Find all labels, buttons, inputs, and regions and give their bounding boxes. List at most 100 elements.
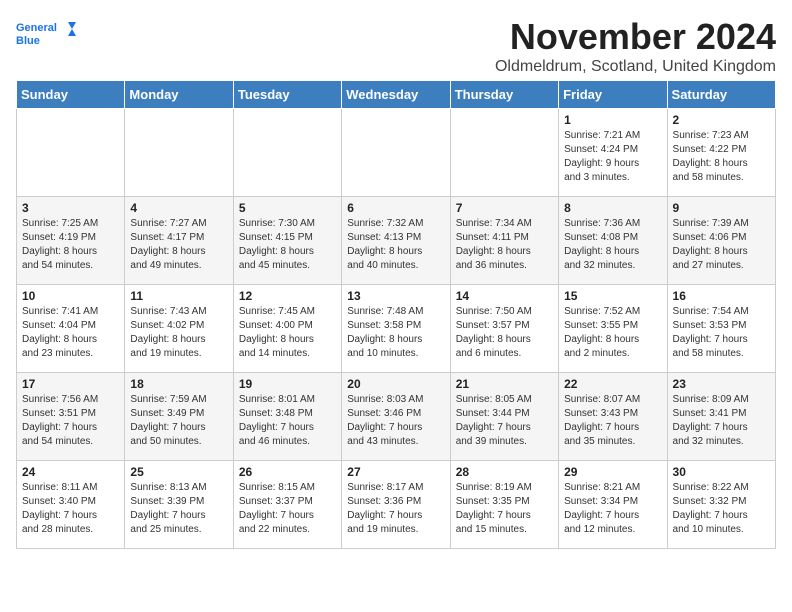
calendar-cell: 5 Sunrise: 7:30 AM Sunset: 4:15 PM Daylig…: [233, 197, 341, 285]
day-number: 8: [564, 201, 661, 215]
day-number: 11: [130, 289, 227, 303]
day-number: 5: [239, 201, 336, 215]
calendar-week-row: 10 Sunrise: 7:41 AM Sunset: 4:04 PM Dayli…: [17, 285, 776, 373]
calendar-cell: 28 Sunrise: 8:19 AM Sunset: 3:35 PM Dayli…: [450, 461, 558, 549]
day-info: Sunrise: 8:05 AM Sunset: 3:44 PM Dayligh…: [456, 393, 553, 449]
svg-text:General: General: [16, 22, 57, 34]
calendar-cell: 14 Sunrise: 7:50 AM Sunset: 3:57 PM Dayli…: [450, 285, 558, 373]
day-info: Sunrise: 8:01 AM Sunset: 3:48 PM Dayligh…: [239, 393, 336, 449]
header-cell: Friday: [559, 81, 667, 109]
day-info: Sunrise: 8:21 AM Sunset: 3:34 PM Dayligh…: [564, 481, 661, 537]
day-number: 28: [456, 465, 553, 479]
calendar-cell: 21 Sunrise: 8:05 AM Sunset: 3:44 PM Dayli…: [450, 373, 558, 461]
day-info: Sunrise: 7:54 AM Sunset: 3:53 PM Dayligh…: [673, 305, 770, 361]
day-number: 24: [22, 465, 119, 479]
calendar-cell: 25Sunrise: 8:13 AM Sunset: 3:39 PM Dayli…: [125, 461, 233, 549]
day-info: Sunrise: 8:15 AM Sunset: 3:37 PM Dayligh…: [239, 481, 336, 537]
day-number: 25: [130, 465, 227, 479]
calendar-week-row: 1Sunrise: 7:21 AM Sunset: 4:24 PM Daylig…: [17, 109, 776, 197]
calendar-week-row: 24 Sunrise: 8:11 AM Sunset: 3:40 PM Dayli…: [17, 461, 776, 549]
day-number: 14: [456, 289, 553, 303]
calendar-cell: 1Sunrise: 7:21 AM Sunset: 4:24 PM Daylig…: [559, 109, 667, 197]
calendar-cell: 17Sunrise: 7:56 AM Sunset: 3:51 PM Dayli…: [17, 373, 125, 461]
day-number: 18: [130, 377, 227, 391]
header-cell: Saturday: [667, 81, 775, 109]
calendar-cell: 19 Sunrise: 8:01 AM Sunset: 3:48 PM Dayli…: [233, 373, 341, 461]
day-number: 26: [239, 465, 336, 479]
day-info: Sunrise: 7:52 AM Sunset: 3:55 PM Dayligh…: [564, 305, 661, 361]
svg-text:Blue: Blue: [16, 35, 40, 47]
header-cell: Thursday: [450, 81, 558, 109]
day-info: Sunrise: 7:34 AM Sunset: 4:11 PM Dayligh…: [456, 217, 553, 273]
page-header: General Blue November 2024 Oldmeldrum, S…: [16, 16, 776, 76]
day-info: Sunrise: 7:41 AM Sunset: 4:04 PM Dayligh…: [22, 305, 119, 361]
day-info: Sunrise: 8:03 AM Sunset: 3:46 PM Dayligh…: [347, 393, 444, 449]
logo: General Blue: [16, 16, 76, 56]
calendar-cell: 16 Sunrise: 7:54 AM Sunset: 3:53 PM Dayli…: [667, 285, 775, 373]
day-number: 21: [456, 377, 553, 391]
calendar-cell: 29 Sunrise: 8:21 AM Sunset: 3:34 PM Dayli…: [559, 461, 667, 549]
calendar-cell: 22 Sunrise: 8:07 AM Sunset: 3:43 PM Dayli…: [559, 373, 667, 461]
day-number: 9: [673, 201, 770, 215]
calendar-table: SundayMondayTuesdayWednesdayThursdayFrid…: [16, 80, 776, 549]
calendar-cell: 18 Sunrise: 7:59 AM Sunset: 3:49 PM Dayli…: [125, 373, 233, 461]
day-info: Sunrise: 8:22 AM Sunset: 3:32 PM Dayligh…: [673, 481, 770, 537]
day-info: Sunrise: 7:43 AM Sunset: 4:02 PM Dayligh…: [130, 305, 227, 361]
day-number: 4: [130, 201, 227, 215]
calendar-cell: [342, 109, 450, 197]
month-title: November 2024: [495, 16, 776, 58]
day-number: 23: [673, 377, 770, 391]
calendar-cell: 24 Sunrise: 8:11 AM Sunset: 3:40 PM Dayli…: [17, 461, 125, 549]
calendar-cell: [233, 109, 341, 197]
day-number: 13: [347, 289, 444, 303]
header-cell: Sunday: [17, 81, 125, 109]
day-info: Sunrise: 8:07 AM Sunset: 3:43 PM Dayligh…: [564, 393, 661, 449]
day-info: Sunrise: 7:48 AM Sunset: 3:58 PM Dayligh…: [347, 305, 444, 361]
day-number: 15: [564, 289, 661, 303]
header-cell: Monday: [125, 81, 233, 109]
location: Oldmeldrum, Scotland, United Kingdom: [495, 58, 776, 76]
header-cell: Tuesday: [233, 81, 341, 109]
calendar-cell: 13 Sunrise: 7:48 AM Sunset: 3:58 PM Dayli…: [342, 285, 450, 373]
calendar-cell: 6 Sunrise: 7:32 AM Sunset: 4:13 PM Daylig…: [342, 197, 450, 285]
day-info: Sunrise: 8:17 AM Sunset: 3:36 PM Dayligh…: [347, 481, 444, 537]
day-number: 7: [456, 201, 553, 215]
calendar-cell: 20Sunrise: 8:03 AM Sunset: 3:46 PM Dayli…: [342, 373, 450, 461]
day-number: 29: [564, 465, 661, 479]
day-number: 27: [347, 465, 444, 479]
calendar-cell: 30 Sunrise: 8:22 AM Sunset: 3:32 PM Dayli…: [667, 461, 775, 549]
calendar-cell: 8Sunrise: 7:36 AM Sunset: 4:08 PM Daylig…: [559, 197, 667, 285]
day-number: 12: [239, 289, 336, 303]
day-info: Sunrise: 8:09 AM Sunset: 3:41 PM Dayligh…: [673, 393, 770, 449]
calendar-cell: 15 Sunrise: 7:52 AM Sunset: 3:55 PM Dayli…: [559, 285, 667, 373]
header-cell: Wednesday: [342, 81, 450, 109]
day-info: Sunrise: 7:27 AM Sunset: 4:17 PM Dayligh…: [130, 217, 227, 273]
day-number: 16: [673, 289, 770, 303]
calendar-cell: 2 Sunrise: 7:23 AM Sunset: 4:22 PM Daylig…: [667, 109, 775, 197]
day-info: Sunrise: 8:19 AM Sunset: 3:35 PM Dayligh…: [456, 481, 553, 537]
calendar-cell: 23 Sunrise: 8:09 AM Sunset: 3:41 PM Dayli…: [667, 373, 775, 461]
calendar-cell: 4 Sunrise: 7:27 AM Sunset: 4:17 PM Daylig…: [125, 197, 233, 285]
day-number: 6: [347, 201, 444, 215]
day-info: Sunrise: 7:45 AM Sunset: 4:00 PM Dayligh…: [239, 305, 336, 361]
calendar-cell: 26 Sunrise: 8:15 AM Sunset: 3:37 PM Dayli…: [233, 461, 341, 549]
day-number: 1: [564, 113, 661, 127]
day-number: 2: [673, 113, 770, 127]
calendar-cell: [450, 109, 558, 197]
day-number: 30: [673, 465, 770, 479]
day-info: Sunrise: 7:23 AM Sunset: 4:22 PM Dayligh…: [673, 129, 770, 185]
day-info: Sunrise: 7:30 AM Sunset: 4:15 PM Dayligh…: [239, 217, 336, 273]
day-info: Sunrise: 7:32 AM Sunset: 4:13 PM Dayligh…: [347, 217, 444, 273]
day-number: 19: [239, 377, 336, 391]
day-number: 22: [564, 377, 661, 391]
day-info: Sunrise: 8:11 AM Sunset: 3:40 PM Dayligh…: [22, 481, 119, 537]
calendar-cell: [125, 109, 233, 197]
header-row: SundayMondayTuesdayWednesdayThursdayFrid…: [17, 81, 776, 109]
day-info: Sunrise: 7:56 AM Sunset: 3:51 PM Dayligh…: [22, 393, 119, 449]
day-info: Sunrise: 7:59 AM Sunset: 3:49 PM Dayligh…: [130, 393, 227, 449]
day-info: Sunrise: 7:25 AM Sunset: 4:19 PM Dayligh…: [22, 217, 119, 273]
day-number: 3: [22, 201, 119, 215]
calendar-cell: 10 Sunrise: 7:41 AM Sunset: 4:04 PM Dayli…: [17, 285, 125, 373]
day-info: Sunrise: 7:50 AM Sunset: 3:57 PM Dayligh…: [456, 305, 553, 361]
day-number: 10: [22, 289, 119, 303]
